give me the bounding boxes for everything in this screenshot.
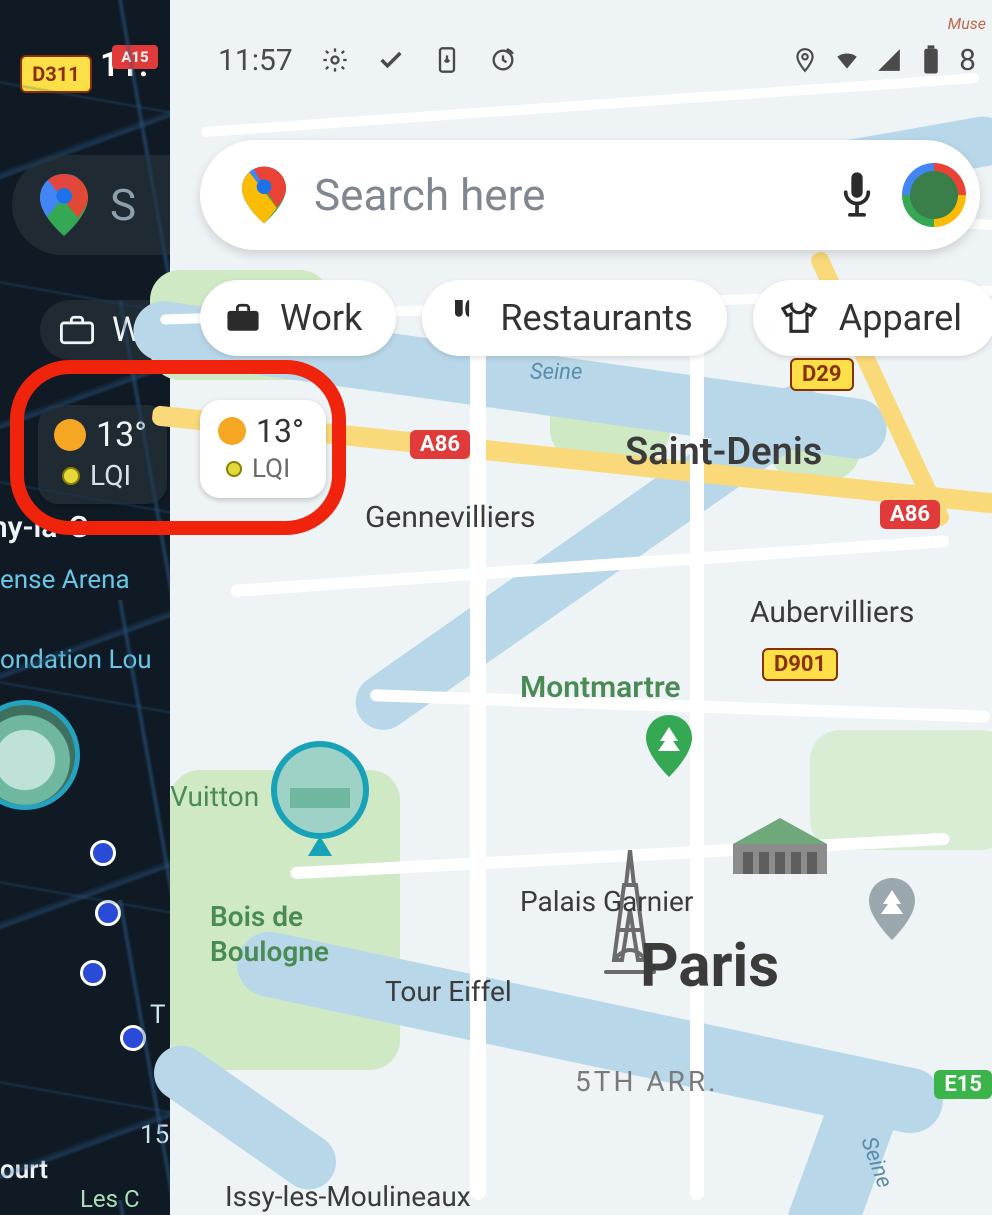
rer-station-dot[interactable] [80, 960, 106, 986]
road-shield-d901: D901 [762, 648, 838, 681]
search-bar[interactable]: Search here [200, 140, 980, 250]
dark-label-15: 15 [140, 1120, 169, 1150]
road-shield-e15: E15 [934, 1070, 992, 1099]
gear-icon [321, 46, 349, 74]
briefcase-icon [226, 303, 260, 333]
cell-signal-icon [875, 46, 903, 74]
tshirt-icon [779, 301, 819, 335]
google-maps-logo-icon [40, 174, 88, 236]
status-battery-percent: 8 [959, 43, 976, 78]
chip-restaurants-label: Restaurants [500, 297, 692, 339]
palais-garnier-icon [725, 810, 835, 880]
road-shield-a86-right: A86 [880, 500, 940, 529]
rer-station-dot[interactable] [90, 840, 116, 866]
dark-photo-pin[interactable] [0, 700, 80, 810]
road-shield-d311: D311 [20, 55, 92, 93]
screenshot-root: 11: D311 A15 S Wor [0, 0, 992, 1215]
dark-status-time: 11: [100, 45, 148, 85]
road-shield-a86-left: A86 [410, 430, 470, 459]
eiffel-tower-icon [600, 850, 660, 975]
rer-station-dot[interactable] [95, 900, 121, 926]
battery-icon [917, 46, 945, 74]
google-maps-logo-icon [242, 166, 286, 224]
park-pin-montmartre[interactable] [645, 715, 693, 777]
dark-search-bar[interactable]: S [12, 155, 170, 255]
profile-avatar[interactable] [902, 163, 966, 227]
park-area [810, 730, 992, 850]
chip-work-label: Work [280, 297, 362, 339]
road-shield-d29: D29 [790, 358, 854, 391]
dark-label-t: T [150, 1000, 166, 1030]
dark-label-fondation: ondation Lou [0, 645, 152, 675]
rer-station-dot[interactable] [120, 1025, 146, 1051]
annotation-highlight-ring [10, 360, 346, 535]
chip-apparel-label: Apparel [839, 297, 962, 339]
wifi-icon [833, 46, 861, 74]
dark-label-les-c: Les C [80, 1185, 140, 1213]
dark-mode-map-strip[interactable]: 11: D311 A15 S Wor [0, 0, 170, 1215]
category-chip-row: Work Restaurants Apparel [200, 280, 992, 356]
chip-work[interactable]: Work [200, 280, 396, 356]
android-status-bar: 11:57 [170, 35, 992, 85]
dark-label-court: ourt [0, 1155, 48, 1185]
search-placeholder: Search here [314, 169, 812, 221]
dark-search-placeholder: S [110, 179, 136, 231]
briefcase-icon [60, 315, 94, 345]
light-mode-map[interactable]: Muse Seine Seine Saint-Denis Gennevillie… [170, 0, 992, 1215]
location-pin-icon [791, 46, 819, 74]
dark-label-defense-arena: ense Arena [0, 565, 130, 595]
chip-restaurants[interactable]: Restaurants [422, 280, 726, 356]
status-time: 11:57 [218, 43, 293, 78]
photo-pin-vuitton[interactable] [270, 740, 370, 860]
clock-refresh-icon [489, 46, 517, 74]
fork-knife-icon [448, 300, 480, 336]
download-phone-icon [433, 46, 461, 74]
road [470, 300, 486, 1200]
microphone-icon[interactable] [840, 172, 874, 218]
chip-apparel[interactable]: Apparel [753, 280, 992, 356]
check-icon [377, 46, 405, 74]
road-shield-a15: A15 [112, 45, 158, 69]
park-pin-generic[interactable] [868, 878, 916, 940]
